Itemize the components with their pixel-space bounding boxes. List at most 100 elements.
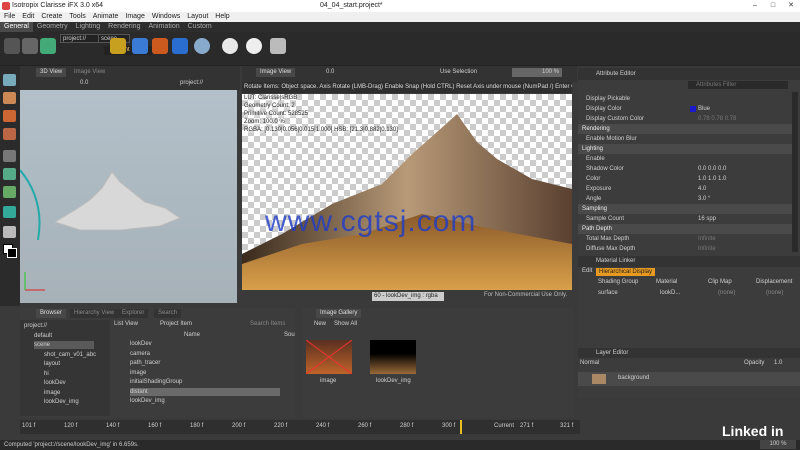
list-item[interactable]: initialShadingGroup	[130, 378, 182, 386]
speech-bubble-icon[interactable]	[246, 38, 262, 54]
gallery-new-button[interactable]: New	[314, 321, 326, 327]
tab-geometry[interactable]: Geometry	[33, 22, 72, 32]
attribute-scrollbar[interactable]	[792, 92, 798, 252]
opacity-value[interactable]: 1.0	[774, 360, 782, 366]
tab-image-gallery[interactable]: Image Gallery	[316, 309, 362, 318]
layer-row[interactable]: background	[578, 372, 800, 386]
tab-image-view[interactable]: Image View	[256, 68, 296, 77]
attribute-value[interactable]: 16 spp	[698, 214, 716, 224]
attribute-value[interactable]: 4.0	[698, 184, 706, 194]
attribute-section[interactable]: Path Depth	[578, 224, 793, 234]
light-icon[interactable]	[222, 38, 238, 54]
save-icon[interactable]	[40, 38, 56, 54]
timeline[interactable]: 101 f 120 f 140 f 160 f 180 f 200 f 220 f 240 f…	[20, 420, 580, 434]
attribute-row[interactable]: Shadow Color 0.0 0.0 0.0	[578, 164, 793, 174]
move-icon[interactable]	[3, 92, 16, 104]
project-item-dropdown[interactable]: Project Item	[160, 321, 192, 327]
attributes-filter[interactable]: Attributes Filter	[688, 81, 788, 89]
tree-item[interactable]: hi	[44, 370, 49, 378]
search-items-input[interactable]: Search Items	[250, 321, 285, 327]
attribute-row[interactable]: Angle 3.0 °	[578, 194, 793, 204]
attribute-section[interactable]: Sampling	[578, 204, 793, 214]
rotate-icon[interactable]	[3, 110, 16, 122]
attribute-row[interactable]: Enable	[578, 154, 793, 164]
shader-sphere-icon[interactable]	[194, 38, 210, 54]
menu-windows[interactable]: Windows	[152, 12, 180, 22]
tree-item[interactable]: layout	[44, 360, 60, 368]
close-button[interactable]: ✕	[782, 0, 800, 12]
tab-search[interactable]: Search	[154, 309, 182, 318]
attribute-row[interactable]: Total Max Depth Infinite	[578, 234, 793, 244]
list-item[interactable]: lookDev_img	[130, 397, 165, 405]
list-item[interactable]: lookDev	[130, 340, 152, 348]
displacement-slot[interactable]: (none)	[766, 290, 783, 296]
image-zoom[interactable]: 0.0	[326, 69, 334, 75]
list-item[interactable]: distant	[130, 387, 280, 396]
zoom-percent[interactable]: 100 %	[512, 68, 562, 77]
hierarchical-display-toggle[interactable]: Hierarchical Display	[596, 268, 656, 276]
tree-item[interactable]: shot_cam_v01_abc	[44, 351, 96, 359]
list-item[interactable]: path_tracer	[130, 359, 160, 367]
tree-item[interactable]: image	[44, 389, 60, 397]
clip-map-slot[interactable]: (none)	[718, 290, 735, 296]
tree-item[interactable]: lookDev	[44, 379, 66, 387]
attribute-row[interactable]: Display Pickable	[578, 94, 793, 104]
menu-help[interactable]: Help	[215, 12, 229, 22]
tab-rendering[interactable]: Rendering	[104, 22, 144, 32]
list-item[interactable]: camera	[130, 350, 150, 358]
select-icon[interactable]	[3, 74, 16, 86]
tab-animation[interactable]: Animation	[144, 22, 183, 32]
tab-image-view-left[interactable]: Image View	[70, 68, 110, 77]
tree-item[interactable]: scene	[34, 341, 94, 349]
paint-icon[interactable]	[3, 186, 16, 198]
tree-item[interactable]: default	[34, 332, 52, 340]
geometry-icon[interactable]	[172, 38, 188, 54]
snap-icon[interactable]	[3, 168, 16, 180]
attribute-row[interactable]: Exposure 4.0	[578, 184, 793, 194]
new-icon[interactable]	[4, 38, 20, 54]
attribute-value[interactable]: 3.0 °	[698, 194, 710, 204]
tab-explorer[interactable]: Explorer	[118, 309, 149, 318]
lock-icon[interactable]	[110, 38, 126, 54]
viewport-3d[interactable]	[19, 90, 237, 303]
blend-mode-dropdown[interactable]: Normal	[580, 360, 599, 366]
attribute-section[interactable]: Lighting	[578, 144, 793, 154]
attribute-row[interactable]: Enable Motion Blur	[578, 134, 793, 144]
list-item[interactable]: image	[130, 369, 146, 377]
attribute-row[interactable]: Display Color Blue	[578, 104, 793, 114]
cube-icon[interactable]	[132, 38, 148, 54]
attribute-value[interactable]: Infinite	[698, 234, 716, 244]
maximize-button[interactable]: □	[764, 0, 782, 12]
tree-item[interactable]: project://	[24, 322, 47, 330]
attribute-value[interactable]: 1.0 1.0 1.0	[698, 174, 726, 184]
tab-browser[interactable]: Browser	[36, 309, 67, 318]
attribute-value[interactable]: Blue	[698, 104, 710, 114]
tab-hierarchy-view[interactable]: Hierarchy View	[70, 309, 119, 318]
attribute-row[interactable]: Color 1.0 1.0 1.0	[578, 174, 793, 184]
attribute-value[interactable]: 0.0 0.0 0.0	[698, 164, 726, 174]
minimize-button[interactable]: –	[746, 0, 764, 12]
attribute-row[interactable]: Diffuse Max Depth Infinite	[578, 244, 793, 254]
material-slot[interactable]: lookD...	[660, 290, 680, 296]
gallery-thumb-image[interactable]	[305, 339, 353, 375]
attribute-section[interactable]: Rendering	[578, 124, 793, 134]
menu-animate[interactable]: Animate	[93, 12, 119, 22]
tab-custom[interactable]: Custom	[184, 22, 216, 32]
scale-icon[interactable]	[3, 128, 16, 140]
color-swatch[interactable]	[690, 106, 696, 112]
end-frame-value[interactable]: 321 f	[560, 423, 573, 429]
view3d-path[interactable]: project://	[180, 80, 203, 86]
attribute-row[interactable]: Display Custom Color 0.78 0.78 0.78	[578, 114, 793, 124]
menu-file[interactable]: File	[4, 12, 15, 22]
pencil-icon[interactable]	[3, 226, 16, 238]
view3d-zoom[interactable]: 0.0	[80, 80, 88, 86]
status-zoom[interactable]: 100 %	[760, 440, 796, 449]
current-frame-value[interactable]: 271 f	[520, 423, 533, 429]
attribute-value[interactable]: 0.78 0.78 0.78	[698, 114, 736, 124]
menu-create[interactable]: Create	[41, 12, 62, 22]
gallery-show-dropdown[interactable]: Show All	[334, 321, 357, 327]
attribute-row[interactable]: Sample Count 16 spp	[578, 214, 793, 224]
image-view[interactable]: Rotate Items: Object space. Axis Rotate …	[242, 82, 572, 302]
camera-tool-icon[interactable]	[3, 150, 16, 162]
material-edit-menu[interactable]: Edit	[582, 268, 592, 274]
